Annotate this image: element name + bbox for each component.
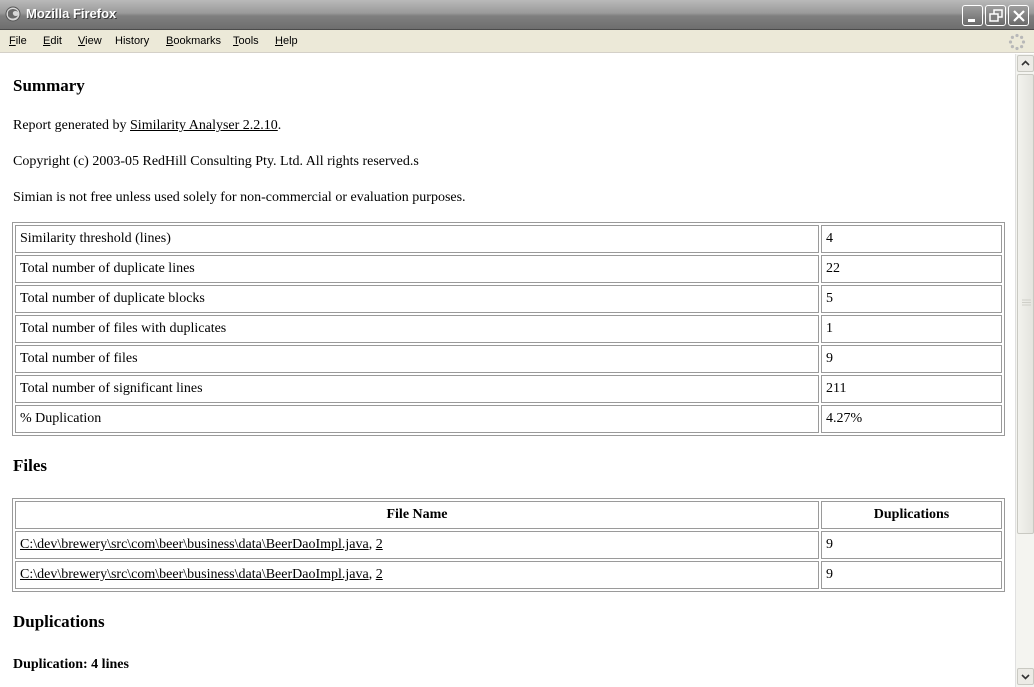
file-number-link[interactable]: 2 bbox=[376, 537, 383, 552]
file-path-link[interactable]: C:\dev\brewery\src\com\beer\business\dat… bbox=[20, 537, 369, 552]
table-row: % Duplication 4.27% bbox=[15, 405, 1002, 433]
file-name-header: File Name bbox=[15, 501, 819, 529]
duplication-subheading: Duplication: 4 lines bbox=[13, 657, 129, 672]
generated-by-text: Report generated by Similarity Analyser … bbox=[13, 118, 282, 133]
menu-edit[interactable]: Edit bbox=[43, 35, 62, 47]
summary-label: Total number of files with duplicates bbox=[15, 315, 819, 343]
summary-label: Total number of duplicate lines bbox=[15, 255, 819, 283]
file-cell: C:\dev\brewery\src\com\beer\business\dat… bbox=[15, 561, 819, 589]
table-row: Total number of duplicate lines 22 bbox=[15, 255, 1002, 283]
table-row: Similarity threshold (lines) 4 bbox=[15, 225, 1002, 253]
summary-label: Similarity threshold (lines) bbox=[15, 225, 819, 253]
table-row: Total number of duplicate blocks 5 bbox=[15, 285, 1002, 313]
duplications-heading: Duplications bbox=[13, 612, 105, 631]
menu-help[interactable]: Help bbox=[275, 35, 298, 47]
summary-value: 211 bbox=[821, 375, 1002, 403]
table-row: C:\dev\brewery\src\com\beer\business\dat… bbox=[15, 561, 1002, 589]
license-notice: Simian is not free unless used solely fo… bbox=[13, 190, 466, 205]
similarity-analyser-link[interactable]: Similarity Analyser 2.2.10 bbox=[130, 118, 278, 133]
summary-value: 4.27% bbox=[821, 405, 1002, 433]
chevron-down-icon bbox=[1021, 674, 1030, 680]
table-row: Total number of significant lines 211 bbox=[15, 375, 1002, 403]
copyright-text: Copyright (c) 2003-05 RedHill Consulting… bbox=[13, 154, 419, 169]
menu-file[interactable]: File bbox=[9, 35, 27, 47]
close-icon bbox=[1013, 10, 1025, 22]
summary-heading: Summary bbox=[13, 76, 85, 95]
menu-view[interactable]: View bbox=[78, 35, 102, 47]
vertical-scrollbar[interactable] bbox=[1015, 54, 1034, 687]
summary-value: 4 bbox=[821, 225, 1002, 253]
summary-label: Total number of files bbox=[15, 345, 819, 373]
restore-button[interactable] bbox=[985, 5, 1006, 26]
scroll-down-button[interactable] bbox=[1017, 668, 1034, 685]
grip-icon bbox=[1022, 299, 1031, 306]
files-heading: Files bbox=[13, 456, 47, 475]
duplication-count: 9 bbox=[821, 561, 1002, 589]
menu-bar: File Edit View History Bookmarks Tools H… bbox=[0, 30, 1034, 53]
close-button[interactable] bbox=[1008, 5, 1029, 26]
summary-value: 9 bbox=[821, 345, 1002, 373]
scroll-up-button[interactable] bbox=[1017, 55, 1034, 72]
summary-value: 22 bbox=[821, 255, 1002, 283]
table-row: Total number of files with duplicates 1 bbox=[15, 315, 1002, 343]
file-path-link[interactable]: C:\dev\brewery\src\com\beer\business\dat… bbox=[20, 567, 369, 582]
duplications-header: Duplications bbox=[821, 501, 1002, 529]
window-title: Mozilla Firefox bbox=[26, 6, 117, 21]
file-cell: C:\dev\brewery\src\com\beer\business\dat… bbox=[15, 531, 819, 559]
minimize-icon bbox=[968, 19, 975, 22]
summary-table: Similarity threshold (lines) 4 Total numb… bbox=[12, 222, 1005, 436]
menu-history[interactable]: History bbox=[115, 35, 149, 47]
scroll-thumb[interactable] bbox=[1017, 74, 1034, 534]
summary-label: Total number of significant lines bbox=[15, 375, 819, 403]
duplication-count: 9 bbox=[821, 531, 1002, 559]
chevron-up-icon bbox=[1021, 60, 1030, 66]
summary-label: % Duplication bbox=[15, 405, 819, 433]
table-row: Total number of files 9 bbox=[15, 345, 1002, 373]
firefox-icon bbox=[5, 6, 21, 22]
summary-label: Total number of duplicate blocks bbox=[15, 285, 819, 313]
menu-bookmarks[interactable]: Bookmarks bbox=[166, 35, 221, 47]
table-header-row: File Name Duplications bbox=[15, 501, 1002, 529]
title-bar[interactable]: Mozilla Firefox bbox=[0, 0, 1034, 30]
table-row: C:\dev\brewery\src\com\beer\business\dat… bbox=[15, 531, 1002, 559]
restore-icon bbox=[989, 9, 1003, 22]
page-content: Summary Report generated by Similarity A… bbox=[0, 54, 1015, 687]
throbber-icon bbox=[1008, 33, 1026, 51]
file-number-link[interactable]: 2 bbox=[376, 567, 383, 582]
summary-value: 1 bbox=[821, 315, 1002, 343]
minimize-button[interactable] bbox=[962, 5, 983, 26]
menu-tools[interactable]: Tools bbox=[233, 35, 259, 47]
summary-value: 5 bbox=[821, 285, 1002, 313]
files-table: File Name Duplications C:\dev\brewery\sr… bbox=[12, 498, 1005, 592]
